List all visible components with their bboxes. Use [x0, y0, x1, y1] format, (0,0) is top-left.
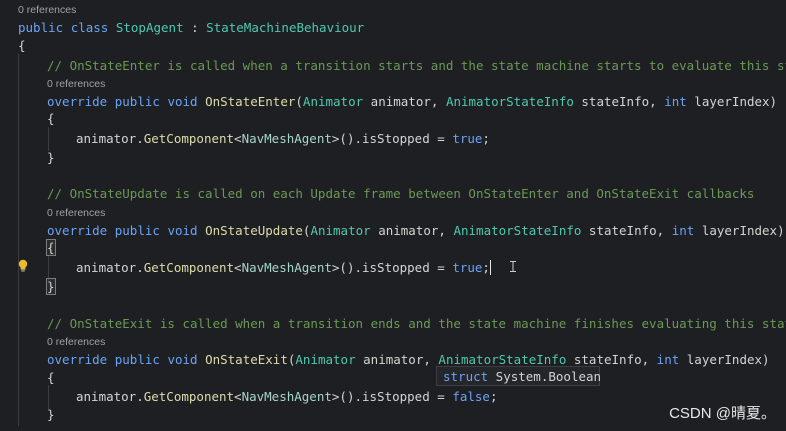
codelens-references[interactable]: 0 references — [47, 336, 105, 348]
code-line-class-declaration: public class StopAgent : StateMachineBeh… — [18, 20, 365, 35]
code-line-method-signature: override public void OnStateEnter(Animat… — [47, 94, 778, 109]
bracket-match-highlight: } — [46, 278, 56, 295]
code-comment: // OnStateUpdate is called on each Updat… — [47, 186, 755, 201]
text-caret — [489, 260, 491, 275]
code-line-statement: animator.GetComponent<NavMeshAgent>().is… — [76, 131, 490, 146]
watermark: CSDN @晴夏。 — [669, 405, 776, 422]
codelens-references[interactable]: 0 references — [47, 78, 105, 90]
code-line-brace: { — [18, 38, 26, 53]
code-line-brace: { — [47, 111, 55, 126]
code-line-brace: } — [47, 407, 55, 422]
code-line-brace: { — [46, 239, 56, 256]
code-line-brace: { — [47, 370, 55, 385]
text-cursor-icon — [510, 257, 516, 272]
code-line-method-signature: override public void OnStateExit(Animato… — [47, 352, 770, 367]
code-line-method-signature: override public void OnStateUpdate(Anima… — [47, 223, 785, 238]
bracket-match-highlight: { — [46, 239, 56, 256]
code-editor[interactable]: 0 references public class StopAgent : St… — [0, 0, 786, 431]
indent-guide — [48, 256, 49, 280]
codelens-references[interactable]: 0 references — [47, 207, 105, 219]
lightbulb-icon[interactable] — [17, 258, 29, 272]
indent-guide — [48, 385, 49, 409]
indent-guide — [48, 127, 49, 151]
indent-guide — [18, 54, 19, 426]
code-line-statement[interactable]: animator.GetComponent<NavMeshAgent>().is… — [76, 260, 491, 276]
codelens-references[interactable]: 0 references — [18, 4, 76, 16]
code-line-brace: } — [47, 150, 55, 165]
code-line-brace: } — [46, 278, 56, 295]
hover-tooltip: struct System.Boolean — [436, 366, 601, 386]
code-comment: // OnStateEnter is called when a transit… — [47, 58, 786, 73]
code-comment: // OnStateExit is called when a transiti… — [47, 316, 786, 331]
code-line-statement: animator.GetComponent<NavMeshAgent>().is… — [76, 389, 498, 404]
